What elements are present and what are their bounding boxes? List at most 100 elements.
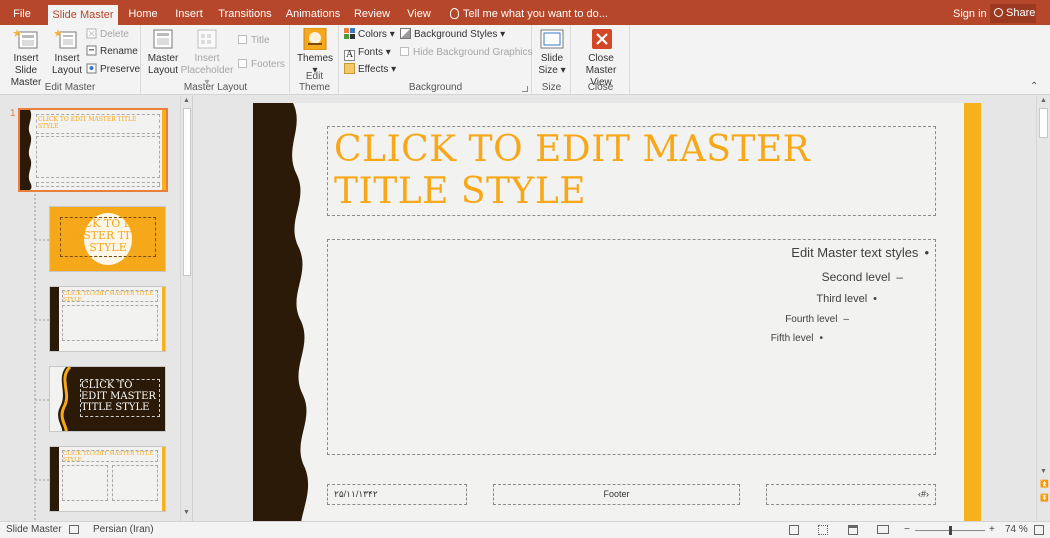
wavy-dark-band-graphic — [253, 103, 309, 521]
zoom-slider[interactable] — [915, 526, 985, 535]
status-bar: Slide Master Persian (Iran) − + 74 % — [0, 521, 1050, 538]
thumbnail-scrollbar[interactable]: ▲ ▼ — [180, 96, 192, 521]
background-styles-icon — [400, 28, 411, 39]
background-styles-button[interactable]: Background Styles ▾ — [400, 27, 505, 43]
layout-thumbnail-title-slide[interactable]: CLICK TO EDIT MASTER TITLE STYLE — [49, 206, 166, 272]
title-text[interactable]: CLICK TO EDIT MASTER TITLE STYLE — [334, 129, 934, 213]
close-master-view-button[interactable]: Close Master View — [574, 28, 628, 89]
view-mode-text: Slide Master — [6, 524, 62, 535]
themes-label: Themes — [296, 53, 334, 64]
share-button[interactable]: Share — [990, 4, 1036, 23]
accent-bar-right — [964, 103, 981, 521]
layout-thumbnail-two-content[interactable]: CLICK TO EDIT MASTER TITLE STYLE — [49, 446, 166, 512]
title-checkbox[interactable]: Title — [238, 33, 270, 49]
hide-background-graphics-checkbox[interactable]: Hide Background Graphics — [400, 45, 533, 61]
rename-button[interactable]: Rename — [86, 44, 138, 60]
text-level-1[interactable]: Edit Master text styles • — [791, 245, 929, 260]
colors-button[interactable]: Colors ▾ — [344, 27, 395, 43]
group-edit-theme: Themes ▾ Edit Theme — [291, 25, 339, 95]
scroll-down-arrow-icon[interactable]: ▼ — [1040, 468, 1047, 475]
layout-thumbnail-title-content[interactable]: CLICK TO EDIT MASTER TITLE STYLE — [49, 286, 166, 352]
slide-master-canvas[interactable]: CLICK TO EDIT MASTER TITLE STYLE Edit Ma… — [253, 103, 981, 521]
scroll-up-arrow-icon[interactable]: ▲ — [183, 97, 190, 104]
insert-placeholder-button[interactable]: Insert Placeholder ▾ — [180, 28, 234, 89]
sign-in-link[interactable]: Sign in — [953, 4, 987, 24]
reading-view-icon[interactable] — [848, 525, 858, 535]
title-placeholder[interactable]: CLICK TO EDIT MASTER TITLE STYLE — [327, 126, 936, 216]
slide-sorter-view-icon[interactable] — [818, 525, 828, 535]
effects-button[interactable]: Effects ▾ — [344, 62, 396, 78]
date-placeholder[interactable]: ۲۵/۱۱/۱۳۴۲ — [327, 484, 467, 505]
text-level-4[interactable]: Fourth level – — [785, 314, 849, 325]
tab-review[interactable]: Review — [352, 4, 392, 25]
text-level-5[interactable]: Fifth level • — [771, 333, 823, 344]
group-label-background: Background — [408, 82, 463, 93]
normal-view-icon[interactable] — [789, 525, 799, 535]
tab-home[interactable]: Home — [124, 4, 162, 25]
footer-placeholder[interactable]: Footer — [493, 484, 740, 505]
slide-number-placeholder[interactable]: ‹#› — [766, 484, 936, 505]
ribbon-tab-bar: File Slide Master Home Insert Transition… — [0, 0, 1050, 25]
text-level-3[interactable]: Third level • — [816, 293, 877, 305]
themes-button[interactable]: Themes ▾ — [295, 28, 335, 77]
language-text[interactable]: Persian (Iran) — [93, 522, 154, 538]
share-label: Share — [1006, 7, 1036, 19]
tab-file[interactable]: File — [6, 4, 38, 25]
colors-label: Colors — [358, 29, 387, 40]
zoom-slider-thumb[interactable] — [948, 526, 952, 535]
slide-size-icon — [540, 29, 564, 49]
master-layout-label: Master Layout — [147, 53, 179, 76]
dash-bullet-icon: – — [896, 270, 903, 284]
scroll-down-arrow-icon[interactable]: ▼ — [183, 509, 190, 516]
tab-animations[interactable]: Animations — [282, 4, 344, 25]
zoom-out-icon[interactable]: − — [904, 522, 910, 538]
content-placeholder[interactable]: Edit Master text styles • Second level – T… — [327, 239, 936, 455]
effects-label: Effects — [358, 64, 389, 75]
chevron-down-icon: ▾ — [385, 47, 391, 58]
group-size: Slide Size ▾ Size — [533, 25, 571, 95]
slide-number-text: ‹#› — [918, 489, 929, 499]
slide-size-button[interactable]: Slide Size ▾ — [535, 28, 569, 77]
tab-view[interactable]: View — [400, 4, 438, 25]
tell-me-search[interactable]: Tell me what you want to do... — [450, 4, 608, 24]
chevron-down-icon: ▾ — [500, 29, 506, 40]
background-dialog-launcher-icon[interactable] — [522, 86, 528, 92]
tab-insert[interactable]: Insert — [170, 4, 208, 25]
fit-to-window-icon[interactable] — [1034, 525, 1044, 535]
insert-layout-button[interactable]: Insert Layout — [52, 28, 82, 77]
slide-editing-area: CLICK TO EDIT MASTER TITLE STYLE Edit Ma… — [194, 96, 1034, 521]
zoom-in-icon[interactable]: + — [989, 522, 995, 538]
tab-transitions[interactable]: Transitions — [216, 4, 274, 25]
zoom-level-text[interactable]: 74 % — [1005, 522, 1028, 538]
person-icon — [994, 8, 1003, 17]
master-layout-button[interactable]: Master Layout — [146, 28, 180, 77]
collapse-ribbon-icon[interactable]: ⌃ — [1030, 81, 1038, 92]
spelling-check-icon[interactable] — [69, 525, 79, 534]
thumb-title-placeholder: CLICK TO EDIT MASTER TITLE STYLE — [62, 450, 158, 462]
hide-background-graphics-label: Hide Background Graphics — [413, 47, 533, 58]
next-slide-icon[interactable]: ⏬ — [1040, 494, 1049, 502]
thumb-wave-graphic — [50, 367, 72, 431]
text-level-2[interactable]: Second level – — [822, 270, 903, 284]
slide-scrollbar[interactable]: ▲ ▼ ⏫ ⏬ — [1036, 96, 1050, 521]
group-label-close: Close — [587, 82, 614, 93]
thumbnail-scroll-thumb[interactable] — [183, 108, 191, 276]
fonts-button[interactable]: A Fonts ▾ — [344, 45, 391, 61]
slide-size-label: Slide Size — [538, 53, 564, 76]
footers-checkbox[interactable]: Footers — [238, 57, 285, 73]
thumb-content-left — [62, 465, 108, 501]
slide-scroll-thumb[interactable] — [1039, 108, 1048, 138]
master-slide-thumbnail[interactable]: CLICK TO EDIT MASTER TITLE STYLE — [18, 108, 168, 192]
layout-thumbnail-section-header[interactable]: CLICK TO EDIT MASTER TITLE STYLE — [49, 366, 166, 432]
slide-show-icon[interactable] — [877, 525, 889, 534]
insert-slide-master-button[interactable]: Insert Slide Master — [2, 28, 50, 89]
previous-slide-icon[interactable]: ⏫ — [1040, 480, 1049, 488]
tab-slide-master[interactable]: Slide Master — [48, 5, 118, 25]
preserve-button[interactable]: Preserve — [86, 62, 140, 78]
preserve-label: Preserve — [100, 64, 141, 75]
bullet-icon: • — [873, 293, 877, 305]
scroll-up-arrow-icon[interactable]: ▲ — [1040, 97, 1047, 104]
thumb-content-placeholder — [62, 305, 158, 341]
group-label-size: Size — [541, 82, 562, 93]
delete-button[interactable]: Delete — [86, 27, 129, 43]
